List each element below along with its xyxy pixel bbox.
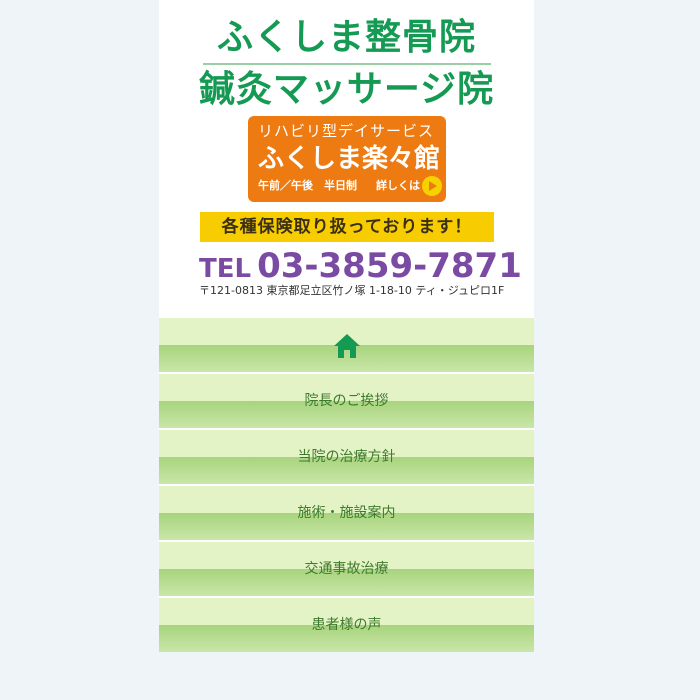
nav-item-label: 患者様の声 [311,617,382,633]
day-service-schedule: 午前／午後 半日制 [258,179,357,192]
play-arrow-icon[interactable] [422,176,442,196]
clinic-name[interactable]: ふくしま整骨院 [159,18,534,58]
main-nav: 院長のご挨拶 当院の治療方針 施術・施設案内 交通事故治療 患者様の声 [159,318,534,654]
address: 〒121-0813 東京都足立区竹ノ塚 1-18-10 ティ・ジュピロ1F [199,284,505,297]
nav-item-label: 交通事故治療 [304,561,389,577]
tel-number[interactable]: 03-3859-7871 [257,246,522,286]
phone-number[interactable]: TEL 03-3859-7871 [199,246,522,286]
nav-item-facilities[interactable]: 施術・施設案内 [159,486,534,540]
nav-item-label: 当院の治療方針 [297,449,396,465]
nav-home[interactable] [159,318,534,372]
nav-item-traffic-accident[interactable]: 交通事故治療 [159,542,534,596]
day-service-more-link[interactable]: 詳しくは [376,179,420,193]
day-service-banner[interactable]: リハビリ型デイサービス ふくしま楽々館 午前／午後 半日制 詳しくは [248,116,446,202]
nav-item-label: 院長のご挨拶 [304,393,389,409]
nav-item-policy[interactable]: 当院の治療方針 [159,430,534,484]
nav-item-testimonials[interactable]: 患者様の声 [159,598,534,652]
page: ふくしま整骨院 鍼灸マッサージ院 リハビリ型デイサービス ふくしま楽々館 午前／… [159,0,534,652]
nav-item-label: 施術・施設案内 [297,505,396,521]
insurance-notice: 各種保険取り扱っております！ [200,212,494,242]
header: ふくしま整骨院 鍼灸マッサージ院 リハビリ型デイサービス ふくしま楽々館 午前／… [159,0,534,318]
home-icon[interactable] [333,333,361,359]
day-service-subtitle: リハビリ型デイサービス [258,122,435,140]
day-service-name: ふくしま楽々館 [258,144,441,174]
clinic-subtitle[interactable]: 鍼灸マッサージ院 [159,70,534,110]
tel-label: TEL [199,254,252,284]
nav-item-greeting[interactable]: 院長のご挨拶 [159,374,534,428]
title-divider [203,63,491,65]
